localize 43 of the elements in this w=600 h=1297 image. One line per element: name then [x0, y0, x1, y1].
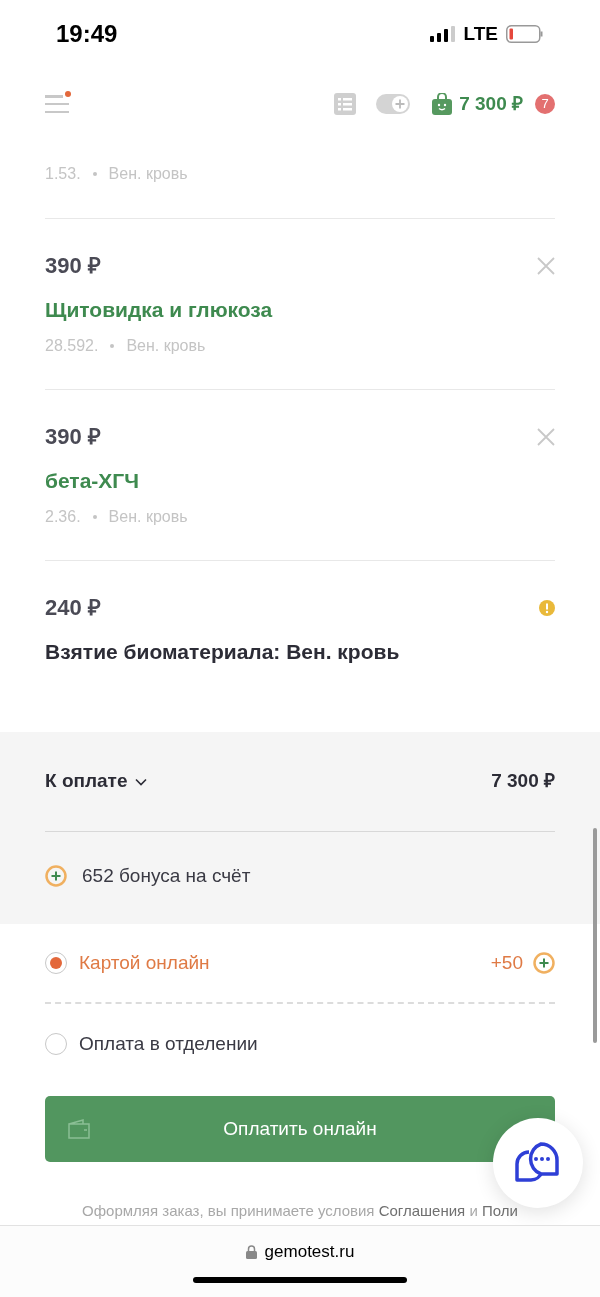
biomaterial: Вен. кровь — [108, 164, 188, 184]
test-code: 1.53. — [45, 164, 81, 184]
test-title: Взятие биоматериала: Вен. кровь — [45, 639, 401, 665]
wallet-icon — [67, 1118, 91, 1140]
payment-option-label[interactable]: Оплата в отделении — [79, 1029, 258, 1059]
price: 390 ₽ — [45, 252, 101, 280]
terms-text: Оформляя заказ, вы принимаете условия Соглашения и Поли — [81, 1201, 519, 1221]
biomaterial: Вен. кровь — [126, 335, 206, 356]
price: 240 ₽ — [45, 594, 101, 622]
pay-button[interactable]: Оплатить онлайн — [45, 1096, 555, 1162]
plus-circle-icon — [45, 865, 67, 887]
test-code: 2.36. — [45, 506, 81, 527]
chevron-down-icon — [135, 777, 148, 786]
total-dropdown[interactable]: К оплате — [45, 767, 148, 796]
test-title[interactable]: бета-ХГЧ — [45, 465, 555, 497]
test-title[interactable]: Щитовидка и глюкоза — [45, 294, 555, 326]
payment-radio[interactable] — [45, 952, 67, 974]
test-code: 28.592. — [45, 335, 99, 356]
total-amount: 7 300 ₽ — [491, 769, 555, 794]
plus-circle-icon — [533, 952, 555, 974]
signal-icon — [429, 26, 456, 42]
url-text[interactable]: gemotest.ru — [264, 1239, 355, 1265]
terms-link[interactable]: Поли — [481, 1202, 518, 1219]
biomaterial: Вен. кровь — [108, 506, 188, 527]
list-icon[interactable] — [334, 93, 357, 115]
shopping-bag-icon[interactable] — [432, 93, 453, 115]
status-time: 19:49 — [56, 19, 118, 49]
lock-icon — [245, 1244, 257, 1259]
bonus-points: +50 — [490, 950, 523, 975]
cart-count-badge: 7 — [535, 94, 555, 114]
network-type: LTE — [463, 21, 498, 46]
payment-radio[interactable] — [45, 1033, 67, 1055]
bonus-text: 652 бонуса на счёт — [82, 863, 251, 888]
price: 390 ₽ — [45, 423, 101, 451]
chat-icon — [515, 1142, 561, 1184]
close-icon[interactable] — [537, 256, 555, 275]
cart-total[interactable]: 7 300 ₽ — [459, 89, 523, 119]
close-icon[interactable] — [537, 427, 555, 446]
battery-icon — [506, 25, 544, 43]
terms-link[interactable]: Соглашения — [378, 1202, 466, 1219]
payment-option-label[interactable]: Картой онлайн — [79, 948, 210, 978]
warning-icon — [539, 599, 555, 616]
toggle-icon[interactable] — [376, 94, 411, 114]
